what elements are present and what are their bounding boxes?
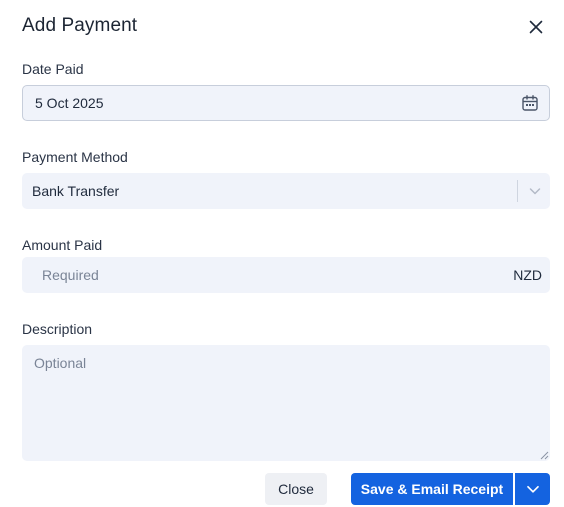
resize-handle-icon[interactable]	[539, 450, 549, 460]
select-separator	[517, 180, 518, 202]
description-label: Description	[22, 321, 93, 337]
payment-method-label: Payment Method	[22, 149, 128, 165]
calendar-icon[interactable]	[521, 94, 539, 112]
date-paid-label: Date Paid	[22, 61, 84, 77]
add-payment-dialog: Add Payment Date Paid 5 Oct 2025 Payment…	[0, 0, 564, 507]
chevron-down-icon	[526, 485, 539, 493]
payment-method-value: Bank Transfer	[32, 183, 120, 199]
description-textarea[interactable]	[22, 345, 550, 461]
amount-paid-field: NZD	[22, 257, 550, 293]
date-paid-field[interactable]: 5 Oct 2025	[22, 85, 550, 121]
payment-method-select[interactable]: Bank Transfer	[22, 173, 550, 209]
close-icon	[529, 20, 543, 34]
amount-paid-label: Amount Paid	[22, 237, 103, 253]
save-email-receipt-button[interactable]: Save & Email Receipt	[351, 473, 513, 505]
description-field	[22, 345, 550, 461]
amount-paid-input[interactable]	[22, 257, 492, 293]
dialog-title: Add Payment	[22, 15, 138, 36]
currency-label: NZD	[513, 267, 542, 283]
date-paid-value: 5 Oct 2025	[35, 95, 104, 111]
save-options-dropdown-button[interactable]	[515, 473, 550, 505]
chevron-down-icon[interactable]	[528, 184, 542, 198]
close-button[interactable]: Close	[265, 473, 327, 505]
close-dialog-button[interactable]	[524, 15, 548, 39]
